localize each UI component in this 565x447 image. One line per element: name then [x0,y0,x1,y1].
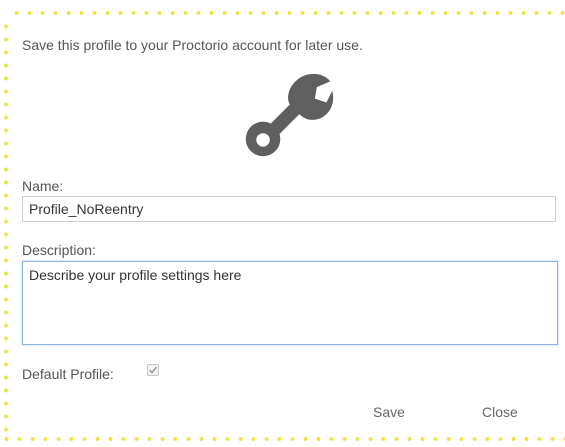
name-input[interactable] [22,196,556,222]
save-profile-dialog: Save this profile to your Proctorio acco… [0,0,565,447]
save-button[interactable]: Save [373,404,405,420]
name-label: Name: [22,178,64,194]
intro-text: Save this profile to your Proctorio acco… [22,37,363,53]
dotted-border-top [10,10,565,16]
description-label: Description: [22,242,96,258]
default-profile-label: Default Profile: [22,366,114,382]
dotted-border-left [3,20,9,440]
description-textarea[interactable]: Describe your profile settings here [22,261,558,345]
dotted-border-bottom [0,436,565,442]
default-profile-checkbox[interactable] [147,364,159,376]
wrench-icon [240,66,336,162]
checkmark-icon [148,366,158,374]
close-button[interactable]: Close [482,404,518,420]
